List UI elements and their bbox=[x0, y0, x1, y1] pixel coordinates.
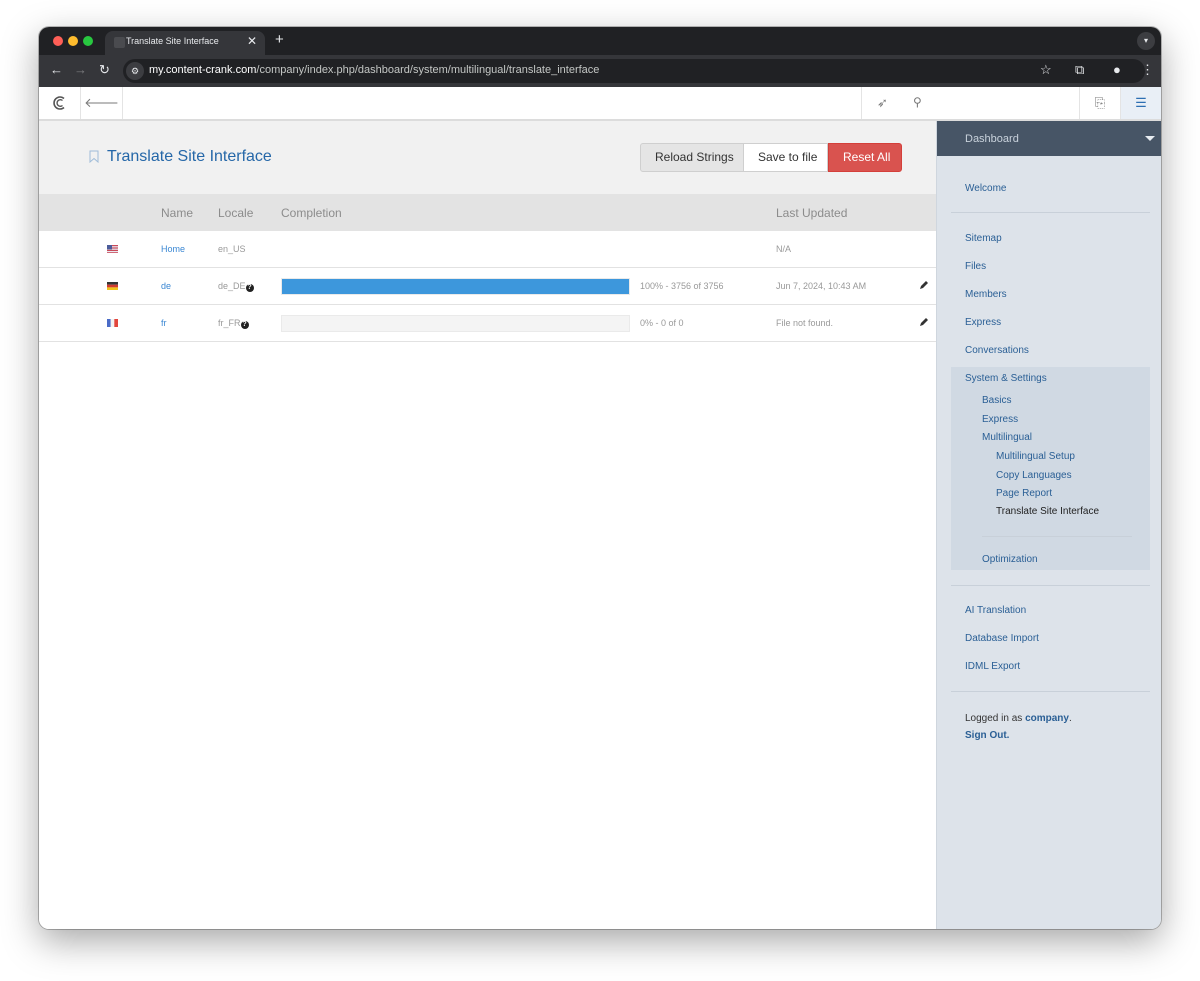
main-content: Translate Site Interface Reload Strings … bbox=[39, 121, 936, 929]
row-name-link[interactable]: de bbox=[161, 281, 171, 291]
url-text[interactable]: my.content-crank.com/company/index.php/d… bbox=[149, 64, 599, 76]
us-flag-icon bbox=[107, 245, 118, 253]
reload-icon[interactable]: ↻ bbox=[99, 62, 110, 78]
sidebar-item-multilingual[interactable]: Multilingual bbox=[982, 432, 1032, 443]
new-tab-button[interactable]: + bbox=[275, 31, 284, 48]
browser-window: Translate Site Interface ✕ + ▾ ← → ↻ ⚙ m… bbox=[39, 27, 1161, 929]
dashboard-sidebar: Dashboard Welcome Sitemap Files Members … bbox=[936, 121, 1161, 929]
cms-back-icon[interactable]: 🡐 bbox=[81, 87, 123, 119]
username-link[interactable]: company bbox=[1025, 713, 1069, 724]
table-row: Home en_US N/A bbox=[39, 231, 936, 268]
sidebar-divider bbox=[951, 212, 1150, 213]
pencil-edit-icon[interactable] bbox=[919, 317, 929, 327]
caret-down-icon bbox=[1145, 136, 1155, 141]
sidebar-divider bbox=[982, 536, 1132, 537]
column-last-updated: Last Updated bbox=[776, 206, 848, 220]
search-icon: ⚲ bbox=[913, 95, 922, 109]
sidebar-item-ai-translation[interactable]: AI Translation bbox=[965, 605, 1026, 616]
row-locale: fr_FR? bbox=[218, 318, 249, 329]
table-row: fr fr_FR? 0% - 0 of 0 File not found. bbox=[39, 305, 936, 342]
cms-toolbar: 🡐 ➶ ⚲ ⎘ ☰ bbox=[39, 87, 1161, 121]
favicon-icon bbox=[114, 37, 125, 48]
sign-out-link[interactable]: Sign Out. bbox=[965, 730, 1009, 741]
pages-icon[interactable]: ⎘ bbox=[1079, 87, 1120, 119]
column-completion: Completion bbox=[281, 206, 342, 220]
row-name-link[interactable]: Home bbox=[161, 244, 185, 254]
fr-flag-icon bbox=[107, 319, 118, 327]
sidebar-item-database-import[interactable]: Database Import bbox=[965, 633, 1039, 644]
browser-tab[interactable]: Translate Site Interface ✕ bbox=[105, 31, 265, 55]
bookmark-icon[interactable] bbox=[89, 150, 99, 163]
sidebar-item-optimization[interactable]: Optimization bbox=[982, 554, 1038, 565]
progress-fill bbox=[282, 279, 629, 294]
close-window-button[interactable] bbox=[53, 36, 63, 46]
reload-strings-button[interactable]: Reload Strings bbox=[640, 143, 744, 172]
sidebar-item-sitemap[interactable]: Sitemap bbox=[965, 233, 1002, 244]
site-info-icon[interactable]: ⚙ bbox=[126, 62, 144, 80]
address-bar[interactable]: ⚙ my.content-crank.com/company/index.php… bbox=[123, 59, 1145, 83]
row-updated: File not found. bbox=[776, 318, 834, 328]
tab-close-icon[interactable]: ✕ bbox=[247, 34, 257, 48]
save-to-file-button[interactable]: Save to file bbox=[744, 143, 828, 172]
sidebar-header-label: Dashboard bbox=[965, 133, 1019, 145]
sidebar-item-members[interactable]: Members bbox=[965, 289, 1007, 300]
help-icon[interactable]: ? bbox=[240, 321, 249, 329]
profile-icon[interactable]: ● bbox=[1113, 62, 1121, 77]
minimize-window-button[interactable] bbox=[68, 36, 78, 46]
back-arrow-icon[interactable]: ← bbox=[50, 62, 63, 77]
completion-progress-bar bbox=[281, 315, 630, 332]
sidebar-item-conversations[interactable]: Conversations bbox=[965, 345, 1029, 356]
tab-bar: Translate Site Interface ✕ + ▾ bbox=[39, 27, 1161, 55]
forward-arrow-icon[interactable]: → bbox=[74, 62, 87, 77]
sidebar-item-system-express[interactable]: Express bbox=[982, 414, 1018, 425]
sidebar-divider bbox=[951, 691, 1150, 692]
help-icon[interactable]: ? bbox=[245, 284, 254, 292]
sidebar-divider bbox=[951, 585, 1150, 586]
cms-search[interactable]: ⚲ bbox=[903, 87, 1079, 119]
completion-text: 0% - 0 of 0 bbox=[640, 318, 684, 328]
table-header: Name Locale Completion Last Updated bbox=[39, 194, 936, 231]
logged-in-info: Logged in as company. bbox=[965, 713, 1072, 724]
completion-progress-bar bbox=[281, 278, 630, 295]
sidebar-item-multilingual-setup[interactable]: Multilingual Setup bbox=[996, 451, 1075, 462]
row-locale: en_US bbox=[218, 244, 246, 254]
sidebar-item-page-report[interactable]: Page Report bbox=[996, 488, 1052, 499]
sidebar-item-translate-site-interface[interactable]: Translate Site Interface bbox=[996, 506, 1099, 517]
row-updated: Jun 7, 2024, 10:43 AM bbox=[776, 281, 867, 291]
maximize-window-button[interactable] bbox=[83, 36, 93, 46]
row-name-link[interactable]: fr bbox=[161, 318, 167, 328]
page-title: Translate Site Interface bbox=[107, 148, 272, 165]
sidebar-item-basics[interactable]: Basics bbox=[982, 395, 1011, 406]
row-updated: N/A bbox=[776, 244, 792, 254]
sidebar-item-copy-languages[interactable]: Copy Languages bbox=[996, 470, 1072, 481]
rocket-icon[interactable]: ➶ bbox=[861, 87, 903, 119]
tab-search-icon[interactable]: ▾ bbox=[1137, 32, 1155, 50]
de-flag-icon bbox=[107, 282, 118, 290]
tab-title: Translate Site Interface bbox=[126, 36, 219, 46]
table-row: de de_DE? 100% - 3756 of 3756 Jun 7, 202… bbox=[39, 268, 936, 305]
header-actions: Reload Strings Save to file Reset All bbox=[640, 143, 902, 172]
browser-toolbar: ← → ↻ ⚙ my.content-crank.com/company/ind… bbox=[39, 55, 1161, 87]
sidebar-item-files[interactable]: Files bbox=[965, 261, 986, 272]
settings-sliders-icon[interactable]: ☰ bbox=[1120, 87, 1161, 119]
logged-in-prefix: Logged in as bbox=[965, 713, 1023, 724]
row-locale: de_DE? bbox=[218, 281, 254, 292]
page-header: Translate Site Interface Reload Strings … bbox=[39, 121, 936, 194]
bookmark-star-icon[interactable]: ☆ bbox=[1040, 62, 1052, 78]
completion-text: 100% - 3756 of 3756 bbox=[640, 281, 724, 291]
search-input[interactable] bbox=[927, 93, 1072, 113]
sidebar-dashboard-header[interactable]: Dashboard bbox=[937, 121, 1161, 156]
pencil-edit-icon[interactable] bbox=[919, 280, 929, 290]
column-locale: Locale bbox=[218, 206, 254, 220]
reset-all-button[interactable]: Reset All bbox=[828, 143, 902, 172]
column-name: Name bbox=[161, 206, 194, 220]
sidebar-item-idml-export[interactable]: IDML Export bbox=[965, 661, 1020, 672]
extensions-icon[interactable]: ⧉ bbox=[1075, 62, 1084, 78]
sidebar-item-welcome[interactable]: Welcome bbox=[965, 183, 1007, 194]
system-settings-group bbox=[951, 367, 1150, 570]
cms-logo-icon[interactable] bbox=[39, 87, 81, 119]
sidebar-item-express[interactable]: Express bbox=[965, 317, 1001, 328]
menu-kebab-icon[interactable]: ⋮ bbox=[1141, 62, 1154, 78]
sidebar-item-system-settings[interactable]: System & Settings bbox=[965, 373, 1047, 384]
